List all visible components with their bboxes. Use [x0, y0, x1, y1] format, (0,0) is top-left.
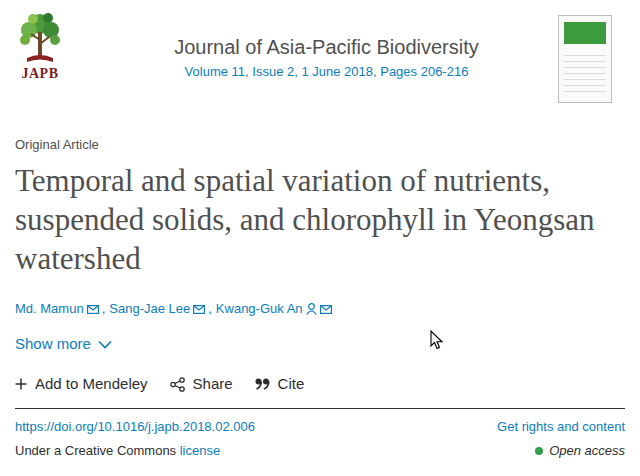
- chevron-down-icon: [98, 340, 112, 349]
- open-access-dot: [535, 447, 543, 455]
- tree-icon: [17, 10, 63, 66]
- mail-icon[interactable]: [320, 305, 332, 314]
- author-list: Md. Mamun ,Sang-Jae Lee ,Kwang-Guk An: [15, 300, 625, 318]
- mail-icon[interactable]: [193, 305, 205, 314]
- plus-icon: [15, 378, 27, 390]
- license-link[interactable]: license: [180, 443, 220, 458]
- open-access-badge: Open access: [535, 443, 625, 459]
- open-access-label: Open access: [549, 443, 625, 459]
- share-icon: [170, 377, 185, 392]
- author-separator: ,: [208, 300, 212, 318]
- quote-icon: [255, 378, 270, 390]
- masthead: Journal of Asia-Pacific Biodiversity Vol…: [65, 10, 558, 80]
- action-label[interactable]: Add to Mendeley: [35, 374, 148, 394]
- action-button[interactable]: Share: [170, 374, 233, 394]
- author[interactable]: Kwang-Guk An: [216, 300, 332, 318]
- author-name[interactable]: Kwang-Guk An: [216, 300, 303, 318]
- journal-logo[interactable]: JAPB: [15, 10, 65, 82]
- article-meta: https://doi.org/10.1016/j.japb.2018.02.0…: [15, 409, 625, 459]
- article-title: Temporal and spatial variation of nutrie…: [15, 161, 625, 278]
- action-button[interactable]: Cite: [255, 374, 305, 394]
- cover-lines: [564, 50, 606, 96]
- journal-title[interactable]: Journal of Asia-Pacific Biodiversity: [95, 34, 558, 60]
- author-separator: ,: [102, 300, 106, 318]
- person-icon: [306, 303, 317, 315]
- doi-row: https://doi.org/10.1016/j.japb.2018.02.0…: [15, 419, 625, 435]
- article-type: Original Article: [15, 137, 625, 153]
- license-row: Under a Creative Commons license Open ac…: [15, 443, 625, 459]
- mail-icon[interactable]: [87, 305, 99, 314]
- author-name[interactable]: Sang-Jae Lee: [109, 300, 190, 318]
- logo-text: JAPB: [22, 66, 59, 82]
- show-more-label[interactable]: Show more: [15, 334, 91, 354]
- mouse-cursor-icon: [430, 330, 444, 350]
- author[interactable]: Md. Mamun ,: [15, 300, 105, 318]
- rights-link[interactable]: Get rights and content: [497, 419, 625, 435]
- journal-cover[interactable]: [558, 15, 612, 103]
- action-button[interactable]: Add to Mendeley: [15, 374, 148, 394]
- article-page: JAPB Journal of Asia-Pacific Biodiversit…: [0, 0, 640, 476]
- license-text: Under a Creative Commons license: [15, 443, 220, 459]
- doi-link[interactable]: https://doi.org/10.1016/j.japb.2018.02.0…: [15, 419, 255, 435]
- journal-header: JAPB Journal of Asia-Pacific Biodiversit…: [15, 0, 625, 103]
- action-label[interactable]: Cite: [278, 374, 305, 394]
- action-label[interactable]: Share: [193, 374, 233, 394]
- action-bar: Add to Mendeley Share Cite: [15, 374, 625, 409]
- cover-band: [564, 22, 606, 44]
- issue-link[interactable]: Volume 11, Issue 2, 1 June 2018, Pages 2…: [95, 64, 558, 80]
- author-name[interactable]: Md. Mamun: [15, 300, 84, 318]
- show-more-button[interactable]: Show more: [15, 334, 112, 354]
- author[interactable]: Sang-Jae Lee ,: [109, 300, 212, 318]
